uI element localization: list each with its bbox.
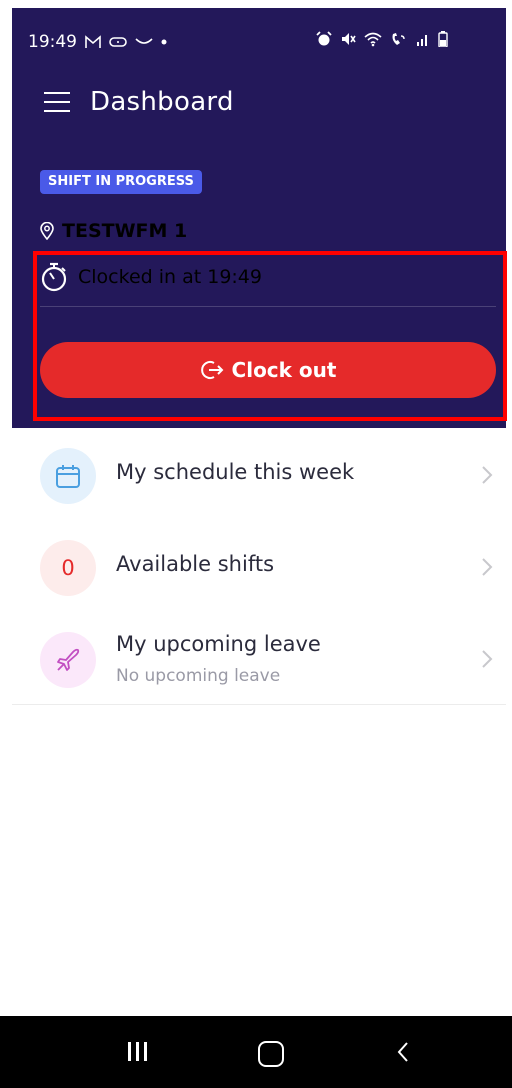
available-shifts-count: 0 bbox=[61, 556, 75, 580]
shift-location: TESTWFM 1 bbox=[40, 220, 187, 242]
clocked-in-text: Clocked in at 19:49 bbox=[78, 266, 262, 288]
chevron-right-icon bbox=[482, 466, 493, 484]
list-item-title: Available shifts bbox=[116, 552, 275, 576]
mute-icon bbox=[342, 33, 356, 45]
frame-right bbox=[506, 0, 512, 1088]
wifi-calling-icon bbox=[392, 32, 405, 45]
page-title: Dashboard bbox=[90, 87, 234, 117]
back-icon[interactable] bbox=[396, 1040, 410, 1064]
dot-icon bbox=[161, 39, 167, 45]
clock-out-icon bbox=[200, 361, 223, 379]
calendar-icon bbox=[40, 448, 96, 504]
chevron-right-icon bbox=[482, 650, 493, 668]
frame-left bbox=[0, 0, 12, 1088]
link-icon bbox=[109, 37, 127, 47]
status-time: 19:49 bbox=[28, 32, 77, 52]
header-divider bbox=[40, 306, 496, 307]
plane-icon bbox=[40, 632, 96, 688]
menu-icon[interactable] bbox=[44, 92, 70, 112]
location-name: TESTWFM 1 bbox=[62, 220, 188, 242]
list-item-title: My schedule this week bbox=[116, 460, 355, 484]
gmail-icon bbox=[85, 35, 101, 48]
list-item-available-shifts[interactable]: 0 Available shifts bbox=[12, 520, 506, 613]
status-bar: 19:49 bbox=[28, 28, 448, 56]
list-item-title: My upcoming leave bbox=[116, 632, 321, 656]
recents-icon[interactable] bbox=[128, 1042, 147, 1061]
clock-out-label: Clock out bbox=[231, 358, 337, 382]
shift-status-badge: SHIFT IN PROGRESS bbox=[40, 170, 202, 194]
list-item-upcoming-leave[interactable]: My upcoming leave No upcoming leave bbox=[12, 612, 506, 705]
list-item-schedule[interactable]: My schedule this week bbox=[12, 428, 506, 521]
wifi-icon bbox=[364, 32, 382, 46]
frame-top bbox=[0, 0, 512, 8]
title-bar: Dashboard bbox=[44, 82, 234, 122]
arc-icon bbox=[135, 38, 153, 44]
alarm-icon bbox=[316, 31, 332, 46]
location-pin-icon bbox=[40, 222, 54, 240]
home-icon[interactable] bbox=[258, 1041, 284, 1067]
signal-icon bbox=[417, 35, 427, 46]
clock-out-button[interactable]: Clock out bbox=[40, 342, 496, 398]
chevron-right-icon bbox=[482, 558, 493, 576]
count-badge: 0 bbox=[40, 540, 96, 596]
system-nav-bar bbox=[0, 1016, 512, 1088]
battery-icon bbox=[438, 31, 448, 47]
list-item-subtitle: No upcoming leave bbox=[116, 666, 281, 686]
clocked-in-status: Clocked in at 19:49 bbox=[40, 262, 262, 292]
stopwatch-icon bbox=[41, 262, 67, 292]
